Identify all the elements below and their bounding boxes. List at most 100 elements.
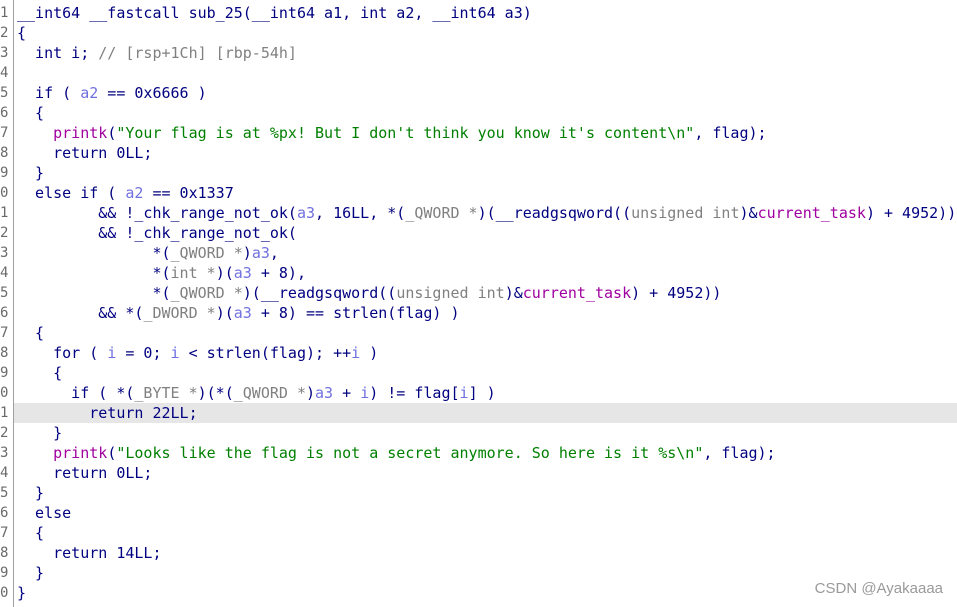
code-token: { bbox=[17, 524, 45, 542]
line-number: 2 bbox=[0, 425, 9, 441]
code-token: )( bbox=[215, 264, 234, 282]
code-line[interactable]: return 0LL; bbox=[14, 143, 957, 163]
code-token: == 0x6666 ) bbox=[98, 84, 207, 102]
code-line[interactable]: if ( a2 == 0x6666 ) bbox=[14, 83, 957, 103]
code-line[interactable]: } bbox=[14, 423, 957, 443]
code-token: && !_chk_range_not_ok( bbox=[17, 204, 297, 222]
code-token: _QWORD * bbox=[170, 244, 243, 262]
code-token: { bbox=[17, 364, 63, 382]
code-token: int * bbox=[170, 264, 216, 282]
code-token: } bbox=[17, 564, 45, 582]
code-token: ) bbox=[306, 384, 316, 402]
code-token: __int64 __fastcall sub_25(__int64 a1, in… bbox=[17, 4, 532, 22]
code-token: a3 bbox=[233, 304, 252, 322]
line-number: 6 bbox=[0, 505, 9, 521]
code-token: a3 bbox=[233, 264, 252, 282]
line-number: 7 bbox=[0, 125, 9, 141]
code-token: for ( bbox=[17, 344, 108, 362]
watermark: CSDN @Ayakaaaa bbox=[814, 580, 943, 597]
line-number: 3 bbox=[0, 245, 9, 261]
code-line[interactable]: if ( *(_BYTE *)(*(_QWORD *)a3 + i) != fl… bbox=[14, 383, 957, 403]
line-number: 8 bbox=[0, 545, 9, 561]
line-number: 1 bbox=[0, 405, 9, 421]
code-token: , flag); bbox=[703, 444, 776, 462]
code-token: printk bbox=[53, 444, 108, 462]
line-number: 7 bbox=[0, 325, 9, 341]
code-area[interactable]: __int64 __fastcall sub_25(__int64 a1, in… bbox=[14, 0, 957, 607]
pseudocode-view[interactable]: 1 2 3 4 5 6 7 8 9 0 1 2 3 4 5 6 7 8 9 0 1 2 3 4 5 6 7 8 9 0 __int64 _… bbox=[0, 0, 957, 607]
code-line[interactable]: { bbox=[14, 523, 957, 543]
line-number: 1 bbox=[0, 205, 9, 221]
code-line[interactable]: *(_QWORD *)a3, bbox=[14, 243, 957, 263]
line-number: 9 bbox=[0, 365, 9, 381]
code-token: return 14LL; bbox=[17, 544, 162, 562]
code-token: current_task bbox=[522, 284, 632, 302]
code-token: )(__readgsqword(( bbox=[477, 204, 632, 222]
code-token: "Looks like the flag is not a secret any… bbox=[116, 444, 704, 462]
code-token: a3 bbox=[296, 204, 316, 222]
code-token: } bbox=[17, 164, 45, 182]
code-token: + bbox=[333, 384, 361, 402]
code-line[interactable]: && !_chk_range_not_ok(a3, 16LL, *(_QWORD… bbox=[14, 203, 957, 223]
line-number: 8 bbox=[0, 145, 9, 161]
code-token: == 0x1337 bbox=[143, 184, 234, 202]
code-line[interactable]: for ( i = 0; i < strlen(flag); ++i ) bbox=[14, 343, 957, 363]
code-line[interactable]: && *(_DWORD *)(a3 + 8) == strlen(flag) ) bbox=[14, 303, 957, 323]
code-line[interactable]: else if ( a2 == 0x1337 bbox=[14, 183, 957, 203]
code-token: a3 bbox=[315, 384, 334, 402]
code-line[interactable]: printk("Your flag is at %px! But I don't… bbox=[14, 123, 957, 143]
line-number: 1 bbox=[0, 5, 9, 21]
line-number: 7 bbox=[0, 525, 9, 541]
code-token: + 8), bbox=[251, 264, 306, 282]
code-line[interactable] bbox=[14, 63, 957, 83]
code-line[interactable]: printk("Looks like the flag is not a sec… bbox=[14, 443, 957, 463]
code-token: } bbox=[17, 584, 27, 602]
code-token: ) + 4952)) bbox=[865, 204, 957, 222]
code-line[interactable]: { bbox=[14, 103, 957, 123]
code-token: ( bbox=[107, 124, 117, 142]
code-token: if ( *( bbox=[17, 384, 135, 402]
code-token: i bbox=[170, 344, 180, 362]
code-line[interactable]: *(_QWORD *)(__readgsqword((unsigned int)… bbox=[14, 283, 957, 303]
code-line[interactable]: { bbox=[14, 363, 957, 383]
code-token: else if ( bbox=[17, 184, 126, 202]
line-number: 0 bbox=[0, 185, 9, 201]
code-token: )(__readgsqword(( bbox=[242, 284, 397, 302]
code-token: )( bbox=[215, 304, 234, 322]
code-token: i bbox=[459, 384, 469, 402]
line-number: 4 bbox=[0, 65, 9, 81]
code-token: { bbox=[17, 104, 45, 122]
code-token: { bbox=[17, 324, 45, 342]
code-token: ) bbox=[360, 344, 379, 362]
code-token: ) != flag[ bbox=[369, 384, 460, 402]
code-token: , bbox=[269, 244, 279, 262]
line-number: 5 bbox=[0, 85, 9, 101]
code-token: return 0LL; bbox=[17, 464, 153, 482]
code-line[interactable]: && !_chk_range_not_ok( bbox=[14, 223, 957, 243]
code-line[interactable]: } bbox=[14, 483, 957, 503]
code-line[interactable]: else bbox=[14, 503, 957, 523]
code-line[interactable]: int i; // [rsp+1Ch] [rbp-54h] bbox=[14, 43, 957, 63]
code-token: ) bbox=[242, 244, 252, 262]
code-line[interactable]: return 14LL; bbox=[14, 543, 957, 563]
code-line[interactable]: { bbox=[14, 23, 957, 43]
code-token: a2 bbox=[125, 184, 144, 202]
code-token: int i; bbox=[17, 44, 99, 62]
code-line[interactable]: *(int *)(a3 + 8), bbox=[14, 263, 957, 283]
line-number: 8 bbox=[0, 345, 9, 361]
code-token: *( bbox=[17, 284, 171, 302]
code-token: unsigned int bbox=[631, 204, 740, 222]
code-token: else bbox=[17, 504, 72, 522]
code-token: if ( bbox=[17, 84, 81, 102]
code-line[interactable]: return 0LL; bbox=[14, 463, 957, 483]
code-line[interactable]: { bbox=[14, 323, 957, 343]
code-line[interactable]: __int64 __fastcall sub_25(__int64 a1, in… bbox=[14, 3, 957, 23]
code-token: { bbox=[17, 24, 27, 42]
code-line[interactable]: } bbox=[14, 163, 957, 183]
line-number: 5 bbox=[0, 485, 9, 501]
line-number: 0 bbox=[0, 585, 9, 601]
line-number: 9 bbox=[0, 165, 9, 181]
code-line[interactable]: return 22LL; bbox=[14, 403, 957, 423]
code-token: _QWORD * bbox=[405, 204, 478, 222]
